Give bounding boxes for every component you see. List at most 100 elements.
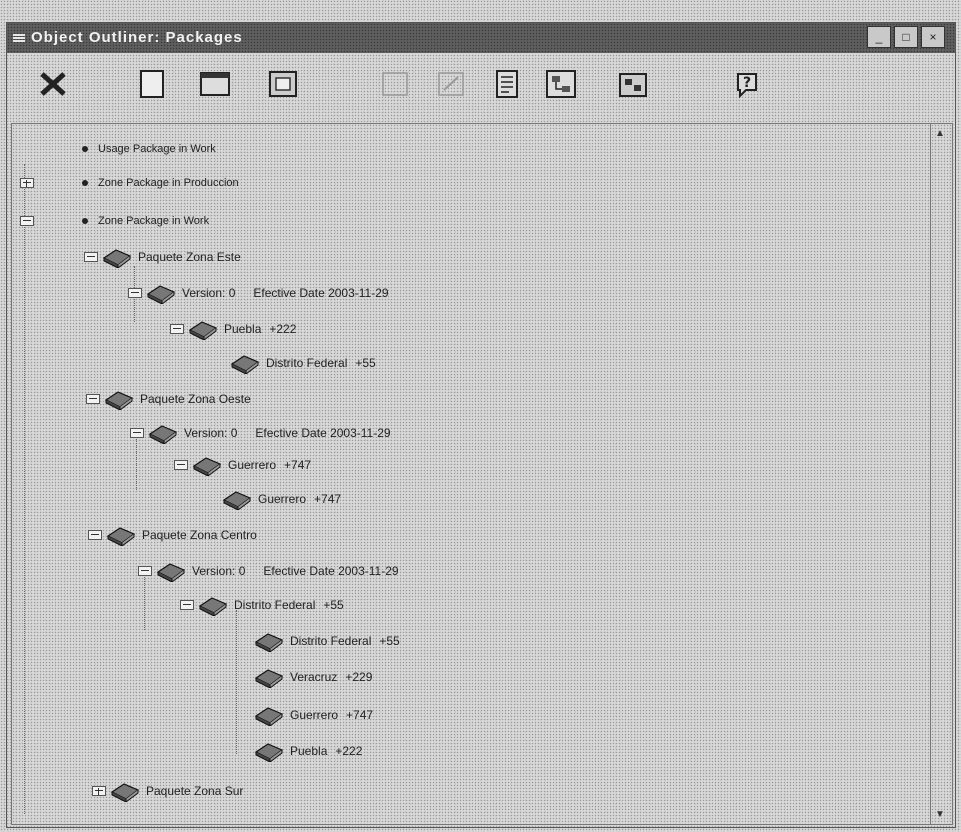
collapse-toggle[interactable]: [20, 216, 34, 226]
close-window-button[interactable]: ×: [921, 26, 945, 48]
version-node[interactable]: Version: 0 Efective Date 2003-11-29: [128, 282, 389, 304]
scroll-up-icon[interactable]: ▲: [935, 128, 945, 139]
item-code: +55: [379, 634, 400, 648]
new-document-icon: [140, 70, 164, 98]
collapse-toggle[interactable]: [170, 324, 184, 334]
item-name: Puebla: [290, 744, 328, 758]
tree-connector: [24, 164, 25, 814]
report-icon: [496, 70, 518, 98]
item-node[interactable]: Distrito Federal +55: [180, 594, 344, 616]
item-name: Distrito Federal: [234, 598, 316, 612]
disabled-tool-button[interactable]: [377, 67, 413, 101]
book-icon: [254, 707, 284, 726]
close-outliner-button[interactable]: [35, 67, 71, 101]
item-node[interactable]: Puebla +222: [170, 318, 296, 340]
package-name: Paquete Zona Sur: [146, 784, 244, 798]
book-icon: [156, 563, 186, 582]
minimize-button[interactable]: _: [867, 26, 891, 48]
item-node[interactable]: Distrito Federal +55: [230, 352, 376, 374]
package-node[interactable]: Paquete Zona Oeste: [86, 388, 251, 410]
item-name: Guerrero: [258, 492, 307, 506]
tree-node[interactable]: Usage Package in Work: [82, 138, 216, 160]
tree-node[interactable]: Zone Package in Produccion: [20, 172, 239, 194]
window-title: Object Outliner: Packages: [31, 29, 243, 46]
outline-tree: Usage Package in Work Zone Package in Pr…: [11, 123, 931, 825]
item-name: Puebla: [224, 322, 262, 336]
tree-node[interactable]: Zone Package in Work: [20, 210, 209, 232]
item-node[interactable]: Guerrero +747: [174, 454, 311, 476]
package-node[interactable]: Paquete Zona Centro: [88, 524, 257, 546]
node-label: Zone Package in Work: [98, 215, 210, 227]
maximize-button[interactable]: □: [894, 26, 918, 48]
properties-button[interactable]: [265, 67, 301, 101]
item-node[interactable]: Guerrero +747: [222, 488, 341, 510]
open-button[interactable]: [197, 67, 233, 101]
package-node[interactable]: Paquete Zona Sur: [92, 780, 243, 802]
node-bullet: [82, 180, 88, 186]
diagram-icon: [546, 70, 576, 98]
tree-connector: [236, 610, 237, 754]
item-name: Distrito Federal: [290, 634, 372, 648]
item-code: +222: [335, 744, 363, 758]
version-label: Version: 0: [192, 564, 246, 578]
scroll-down-icon[interactable]: ▼: [935, 809, 945, 820]
effective-date: Efective Date 2003-11-29: [253, 286, 389, 300]
toolbar: ?: [7, 53, 955, 121]
item-node[interactable]: Puebla +222: [254, 740, 362, 762]
help-button[interactable]: ?: [729, 67, 765, 101]
version-node[interactable]: Version: 0 Efective Date 2003-11-29: [138, 560, 399, 582]
package-name: Paquete Zona Este: [138, 250, 241, 264]
book-icon: [104, 391, 134, 410]
collapse-toggle[interactable]: [86, 394, 100, 404]
hierarchy-icon: [619, 73, 647, 97]
item-name: Guerrero: [228, 458, 277, 472]
version-label: Version: 0: [184, 426, 238, 440]
collapse-toggle[interactable]: [84, 252, 98, 262]
effective-date: Efective Date 2003-11-29: [255, 426, 391, 440]
collapse-toggle[interactable]: [180, 600, 194, 610]
item-code: +55: [323, 598, 344, 612]
collapse-toggle[interactable]: [128, 288, 142, 298]
expand-toggle[interactable]: [92, 786, 106, 796]
book-icon: [146, 285, 176, 304]
node-label: Zone Package in Produccion: [98, 177, 239, 189]
collapse-toggle[interactable]: [130, 428, 144, 438]
svg-text:?: ?: [743, 75, 751, 91]
node-bullet: [82, 218, 88, 224]
package-name: Paquete Zona Oeste: [140, 392, 251, 406]
help-icon: ?: [737, 73, 757, 99]
item-code: +222: [269, 322, 297, 336]
version-node[interactable]: Version: 0 Efective Date 2003-11-29: [130, 422, 391, 444]
disabled-edit-button[interactable]: [433, 67, 469, 101]
book-icon: [198, 597, 228, 616]
item-code: +229: [345, 670, 373, 684]
object-outliner-window: Object Outliner: Packages _ □ × ? Usage …: [6, 22, 956, 828]
item-code: +747: [346, 708, 374, 722]
book-icon: [102, 249, 132, 268]
vertical-scrollbar[interactable]: ▲ ▼: [931, 123, 953, 825]
item-node[interactable]: Distrito Federal +55: [254, 630, 400, 652]
item-name: Distrito Federal: [266, 356, 348, 370]
item-code: +747: [284, 458, 312, 472]
collapse-toggle[interactable]: [138, 566, 152, 576]
disabled-edit-icon: [438, 72, 464, 96]
report-button[interactable]: [489, 67, 525, 101]
book-icon: [192, 457, 222, 476]
book-icon: [254, 669, 284, 688]
effective-date: Efective Date 2003-11-29: [263, 564, 399, 578]
book-icon: [254, 743, 284, 762]
new-button[interactable]: [135, 67, 171, 101]
collapse-toggle[interactable]: [174, 460, 188, 470]
package-node[interactable]: Paquete Zona Este: [84, 246, 241, 268]
item-node[interactable]: Guerrero +747: [254, 704, 373, 726]
book-icon: [106, 527, 136, 546]
hierarchy-button[interactable]: [615, 67, 651, 101]
item-name: Veracruz: [290, 670, 338, 684]
collapse-toggle[interactable]: [88, 530, 102, 540]
diagram-button[interactable]: [543, 67, 579, 101]
expand-toggle[interactable]: [20, 178, 34, 188]
open-folder-icon: [200, 72, 230, 96]
book-icon: [230, 355, 260, 374]
system-menu-icon[interactable]: [13, 34, 25, 43]
item-node[interactable]: Veracruz +229: [254, 666, 372, 688]
